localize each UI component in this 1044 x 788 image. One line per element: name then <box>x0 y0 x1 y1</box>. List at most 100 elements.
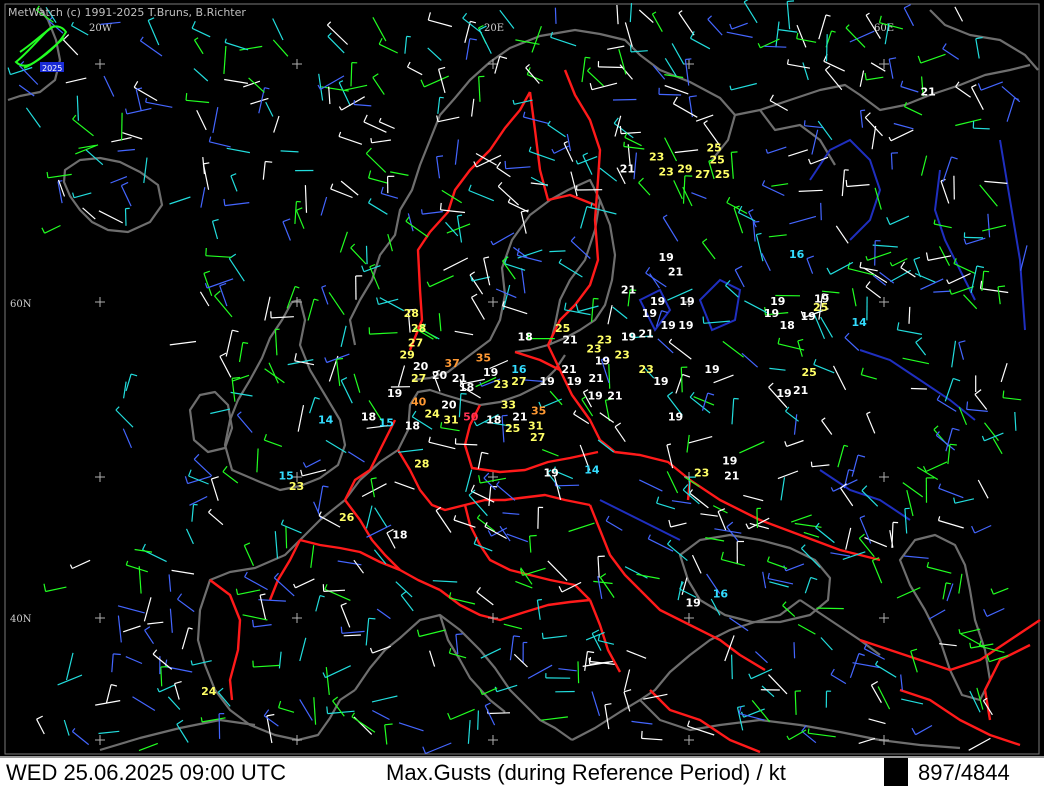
wind-barb-feather <box>384 723 393 726</box>
gust-value: 31 <box>443 414 458 427</box>
gust-value: 26 <box>339 511 355 524</box>
gust-value: 27 <box>530 431 545 444</box>
wind-barb-feather <box>340 626 343 634</box>
wind-barb-feather <box>1002 390 1005 398</box>
gust-value: 18 <box>361 411 376 424</box>
app-credit: MetWatch (c) 1991-2025 T.Bruns, B.Richte… <box>8 6 246 19</box>
grid-label-20e: 20E <box>484 23 504 34</box>
gust-value: 19 <box>661 319 676 332</box>
wind-barb-feather <box>537 598 542 601</box>
gust-value: 16 <box>511 363 527 376</box>
gust-value: 23 <box>649 151 664 164</box>
wind-barb-feather <box>589 657 592 662</box>
wind-barb-feather <box>455 633 463 636</box>
wind-barb <box>554 7 557 24</box>
wind-barb-feather <box>200 717 203 723</box>
wind-barb <box>121 112 123 141</box>
grid-label-40n: 40N <box>10 614 32 625</box>
wind-barb-feather <box>529 534 537 537</box>
wind-barb <box>285 526 288 549</box>
wind-barb-feather <box>641 730 643 739</box>
wind-barb <box>477 710 479 730</box>
gust-value: 24 <box>425 408 441 421</box>
wind-barb-feather <box>845 179 848 187</box>
wind-barb-feather <box>787 0 795 3</box>
gust-value: 21 <box>920 86 935 99</box>
wind-barb <box>908 306 911 324</box>
gust-value: 23 <box>694 467 709 480</box>
gust-value: 21 <box>724 470 739 483</box>
gust-value: 25 <box>801 366 816 379</box>
gust-value: 19 <box>764 307 779 320</box>
wind-barb <box>964 236 984 239</box>
gust-value: 25 <box>706 141 721 154</box>
wind-barb-feather <box>504 160 507 169</box>
wind-barb <box>731 654 733 680</box>
gust-value: 20 <box>432 369 448 382</box>
wind-barb-feather <box>113 653 121 656</box>
gust-value: 19 <box>544 467 559 480</box>
wind-barb-feather <box>513 635 521 638</box>
wind-barb <box>537 507 539 529</box>
wind-barb-feather <box>619 125 622 134</box>
wind-barb <box>658 93 682 96</box>
wind-barb-feather <box>702 316 705 324</box>
wind-barb-feather <box>368 617 376 620</box>
gust-value: 19 <box>653 375 668 388</box>
gust-value: 21 <box>607 389 622 402</box>
gust-value: 19 <box>595 355 610 368</box>
gust-value: 23 <box>658 166 673 179</box>
gust-value: 14 <box>584 464 600 477</box>
wind-barb-feather <box>807 728 810 734</box>
gust-value: 19 <box>650 295 665 308</box>
wind-barb <box>973 127 990 130</box>
wind-barb <box>910 387 927 390</box>
gust-value: 23 <box>586 343 601 356</box>
gust-value: 19 <box>722 454 737 467</box>
status-product: Max.Gusts (during Reference Period) / kt <box>386 760 786 785</box>
grid-label-60n: 60N <box>10 299 32 310</box>
gust-value: 18 <box>392 529 407 542</box>
gust-value: 40 <box>411 395 427 408</box>
wind-barb-feather <box>731 151 738 153</box>
wind-barb-feather <box>623 141 625 147</box>
wind-barb <box>598 66 624 69</box>
gust-value: 27 <box>511 375 526 388</box>
gust-value: 18 <box>780 319 795 332</box>
gust-value: 37 <box>444 357 459 370</box>
wind-barb <box>816 607 844 610</box>
wind-barb <box>890 153 893 170</box>
wind-barb-feather <box>685 58 692 61</box>
gust-value: 19 <box>642 307 657 320</box>
gust-value: 21 <box>588 372 603 385</box>
gust-value: 21 <box>561 363 576 376</box>
wind-barb <box>756 508 758 528</box>
gust-value: 14 <box>852 316 868 329</box>
gust-value: 29 <box>677 163 692 176</box>
wind-barb-feather <box>860 109 866 112</box>
status-counter: 897/4844 <box>918 760 1010 785</box>
wind-barb <box>793 642 796 659</box>
gust-value: 16 <box>789 248 805 261</box>
gust-value: 21 <box>793 384 808 397</box>
status-bar: WED 25.06.2025 09:00 UTC Max.Gusts (duri… <box>0 756 1044 788</box>
wind-barb-feather <box>439 96 444 99</box>
wind-barb <box>612 98 637 101</box>
wind-barb-feather <box>205 247 207 256</box>
gust-value: 28 <box>404 307 419 320</box>
gust-value: 19 <box>567 375 582 388</box>
gust-value: 18 <box>459 381 474 394</box>
weather-map[interactable]: 20W 20E 60E 60N 40N 212523 2529 27 2521 2319… <box>0 0 1044 756</box>
wind-barb-feather <box>983 270 990 273</box>
wind-barb-feather <box>370 138 373 143</box>
wind-barb <box>577 661 580 684</box>
wind-barb-feather <box>326 706 329 714</box>
gust-value: 19 <box>658 251 673 264</box>
status-datetime: WED 25.06.2025 09:00 UTC <box>6 760 287 785</box>
gust-value: 27 <box>408 337 423 350</box>
gust-value: 25 <box>505 422 520 435</box>
gust-value: 19 <box>776 387 791 400</box>
wind-barb-feather <box>145 97 148 103</box>
logo-year: 2025 <box>42 64 62 73</box>
gust-value: 23 <box>289 480 304 493</box>
